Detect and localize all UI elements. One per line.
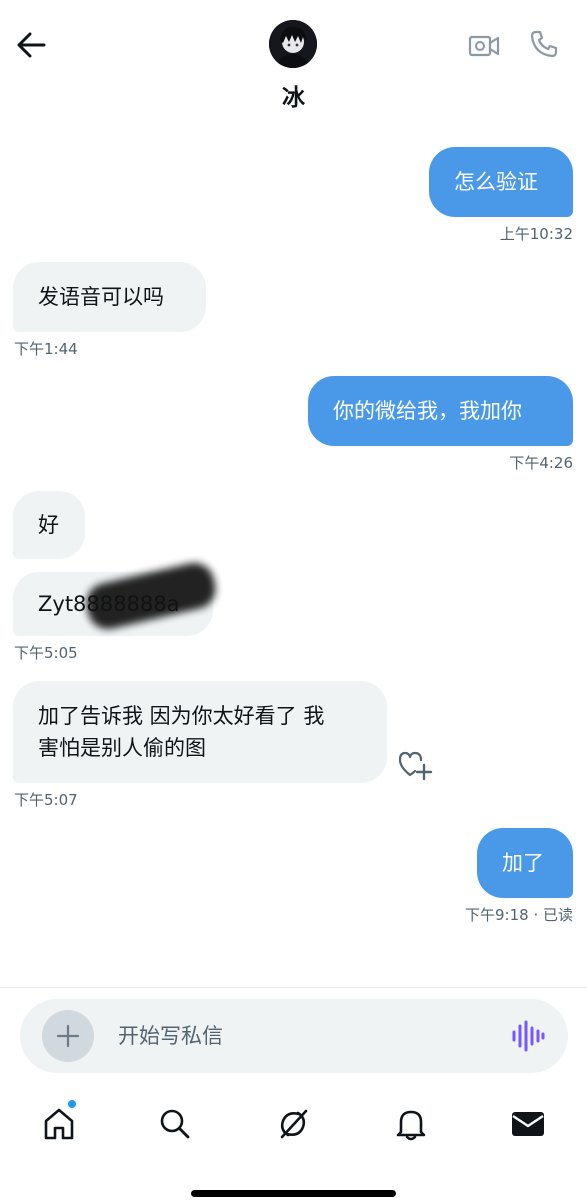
- message-text: 你的微给我，我加你: [333, 399, 522, 423]
- search-icon: [160, 1109, 190, 1139]
- message-bubble-sent[interactable]: 加了: [477, 828, 573, 898]
- message-bubble-sent[interactable]: 怎么验证: [429, 147, 573, 217]
- tab-notifications[interactable]: [391, 1104, 431, 1144]
- heart-plus-react-button[interactable]: [398, 750, 435, 782]
- conversation-header: 冰: [0, 0, 587, 120]
- message-text: 好: [38, 513, 59, 537]
- message-timestamp: 上午10:32: [499, 225, 573, 243]
- grok-icon: [280, 1109, 308, 1139]
- message-bubble-sent[interactable]: 你的微给我，我加你: [308, 376, 573, 446]
- tab-home[interactable]: [39, 1104, 79, 1144]
- message-timestamp: 下午1:44: [14, 340, 78, 358]
- contact-name[interactable]: 冰: [0, 78, 587, 112]
- home-icon: [44, 1108, 74, 1140]
- message-composer: [20, 999, 568, 1073]
- composer-divider: [0, 987, 587, 988]
- video-camera-icon: [468, 35, 500, 57]
- plus-icon: [56, 1024, 80, 1048]
- phone-icon: [530, 30, 558, 58]
- message-bubble-received[interactable]: 加了告诉我 因为你太好看了 我 害怕是别人偷的图: [13, 681, 387, 783]
- message-text: 发语音可以吗: [38, 285, 164, 309]
- message-text-line: 加了告诉我 因为你太好看了 我: [38, 704, 325, 728]
- message-input[interactable]: [118, 1017, 478, 1055]
- message-timestamp: 下午5:07: [14, 791, 78, 809]
- phone-call-button[interactable]: [526, 26, 562, 62]
- tab-messages[interactable]: [508, 1104, 548, 1144]
- message-bubble-received[interactable]: 好: [13, 491, 85, 559]
- add-media-button[interactable]: [42, 1010, 94, 1062]
- message-timestamp: 下午5:05: [14, 644, 78, 662]
- message-text-line: 害怕是别人偷的图: [38, 736, 206, 760]
- heart-plus-icon: [398, 751, 433, 781]
- message-text: 怎么验证: [454, 170, 538, 194]
- message-read-status: 下午9:18 · 已读: [465, 906, 573, 924]
- video-call-button[interactable]: [466, 28, 502, 64]
- envelope-icon: [512, 1112, 544, 1136]
- bell-icon: [396, 1110, 426, 1141]
- voice-wave-icon: [512, 1020, 545, 1052]
- voice-message-button[interactable]: [510, 1019, 546, 1053]
- tab-grok[interactable]: [273, 1104, 313, 1144]
- back-button[interactable]: [14, 28, 48, 62]
- message-timestamp: 下午4:26: [509, 454, 573, 472]
- home-indicator: [191, 1190, 396, 1197]
- message-bubble-received[interactable]: 发语音可以吗: [13, 262, 206, 332]
- message-text: 加了: [502, 851, 544, 875]
- tab-search[interactable]: [155, 1104, 195, 1144]
- arrow-left-icon: [17, 32, 46, 58]
- home-notification-badge: [68, 1100, 76, 1108]
- contact-avatar[interactable]: [269, 20, 317, 68]
